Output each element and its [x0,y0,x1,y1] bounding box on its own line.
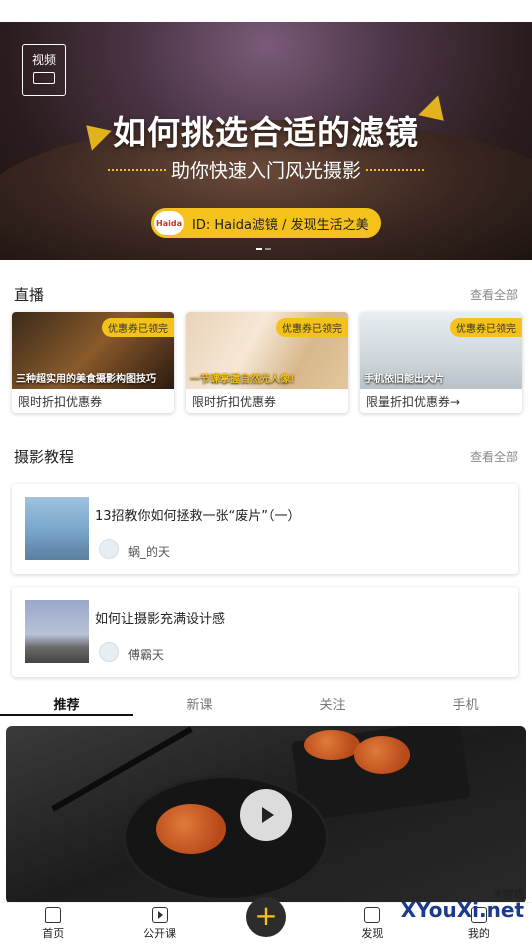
nav-mine-label: 我的 [467,927,490,940]
nav-create[interactable]: + [213,897,319,944]
nav-courses[interactable]: 公开课 [106,903,212,944]
feed-tabs: 推荐 新课 关注 手机 [0,688,532,716]
crab-image [304,730,360,760]
crab-image [354,736,410,774]
carousel-dots[interactable] [256,248,271,250]
tutorial-title: 13招教你如何拯救一张“废片”（一） [95,509,301,524]
banner-subtitle: 助你快速入门风光摄影 [170,160,361,182]
brand-pill-text: ID: Haida滤镜 / 发现生活之美 [192,217,369,233]
carousel-dot[interactable] [265,248,271,250]
live-see-all-link[interactable]: 查看全部 [470,286,518,303]
tab-following[interactable]: 关注 [266,688,399,716]
nav-courses-label: 公开课 [143,927,177,940]
watermark-main: XYouXi.net [400,898,524,922]
tab-phone[interactable]: 手机 [399,688,532,716]
live-card-caption: 三种超实用的美食摄影构图技巧 [16,374,156,385]
video-course-icon [151,907,168,923]
nav-home[interactable]: 首页 [0,903,106,944]
video-plate-image [126,778,326,898]
camera-icon [33,72,55,84]
live-heading: 直播 [14,286,45,304]
coupon-badge: 优惠券已领完 [450,318,522,337]
feed-video-card[interactable] [6,726,526,904]
play-icon [262,807,274,823]
play-button[interactable] [240,789,292,841]
tutorial-heading: 摄影教程 [14,448,75,466]
crab-image [156,804,226,854]
nav-home-label: 首页 [42,927,65,940]
discover-icon [364,907,381,923]
tutorial-title: 如何让摄影充满设计感 [95,612,226,627]
live-card-caption: 手机依旧能出大片 [364,374,444,385]
tab-recommend[interactable]: 推荐 [0,688,133,716]
tutorial-thumbnail [25,600,89,663]
live-card-label: 限时折扣优惠券 [192,395,277,409]
live-card-list: 优惠券已领完 三种超实用的美食摄影构图技巧 限时折扣优惠券 优惠券已领完 一节课… [12,312,522,413]
live-card-caption: 一节课掌握自然光人像！ [190,374,300,385]
video-tag: 视频 [22,44,66,96]
plus-icon: + [246,897,287,937]
tab-new-courses[interactable]: 新课 [133,688,266,716]
live-card-thumbnail: 优惠券已领完 一节课掌握自然光人像！ [186,312,348,389]
carousel-dot[interactable] [256,248,262,250]
tutorial-section-header: 摄影教程 查看全部 [14,446,518,467]
status-bar [0,0,532,22]
coupon-badge: 优惠券已领完 [102,318,174,337]
tutorial-thumbnail [25,497,89,560]
live-card-thumbnail: 优惠券已领完 三种超实用的美食摄影构图技巧 [12,312,174,389]
video-tag-label: 视频 [31,53,56,67]
banner-title: 如何挑选合适的滤镜 [113,113,419,152]
brand-pill: Haida ID: Haida滤镜 / 发现生活之美 [151,208,381,238]
author-avatar [99,539,119,559]
coupon-badge: 优惠券已领完 [276,318,348,337]
nav-discover-label: 发现 [361,927,384,940]
live-card-label: 限时折扣优惠券 [18,395,103,409]
live-card[interactable]: 优惠券已领完 一节课掌握自然光人像！ 限时折扣优惠券 [186,312,348,413]
hero-banner[interactable]: 视频 如何挑选合适的滤镜 助你快速入门风光摄影 Haida ID: Haida滤… [0,22,532,260]
live-section-header: 直播 查看全部 [14,284,518,305]
tutorial-card[interactable]: 13招教你如何拯救一张“废片”（一） 蜗_的天 [12,484,518,574]
home-icon [45,907,62,923]
live-card-label: 限量折扣优惠券→ [366,395,461,409]
live-card[interactable]: 优惠券已领完 手机依旧能出大片 限量折扣优惠券→ [360,312,522,413]
tutorial-author: 傅霸天 [128,648,165,662]
author-avatar [99,642,119,662]
site-watermark: X游戏 XYouXi.net [401,886,524,922]
live-card-thumbnail: 优惠券已领完 手机依旧能出大片 [360,312,522,389]
live-card[interactable]: 优惠券已领完 三种超实用的美食摄影构图技巧 限时折扣优惠券 [12,312,174,413]
tutorial-see-all-link[interactable]: 查看全部 [470,448,518,465]
tutorial-author: 蜗_的天 [128,545,171,559]
tutorial-card[interactable]: 如何让摄影充满设计感 傅霸天 [12,587,518,677]
haida-logo: Haida [154,211,184,235]
